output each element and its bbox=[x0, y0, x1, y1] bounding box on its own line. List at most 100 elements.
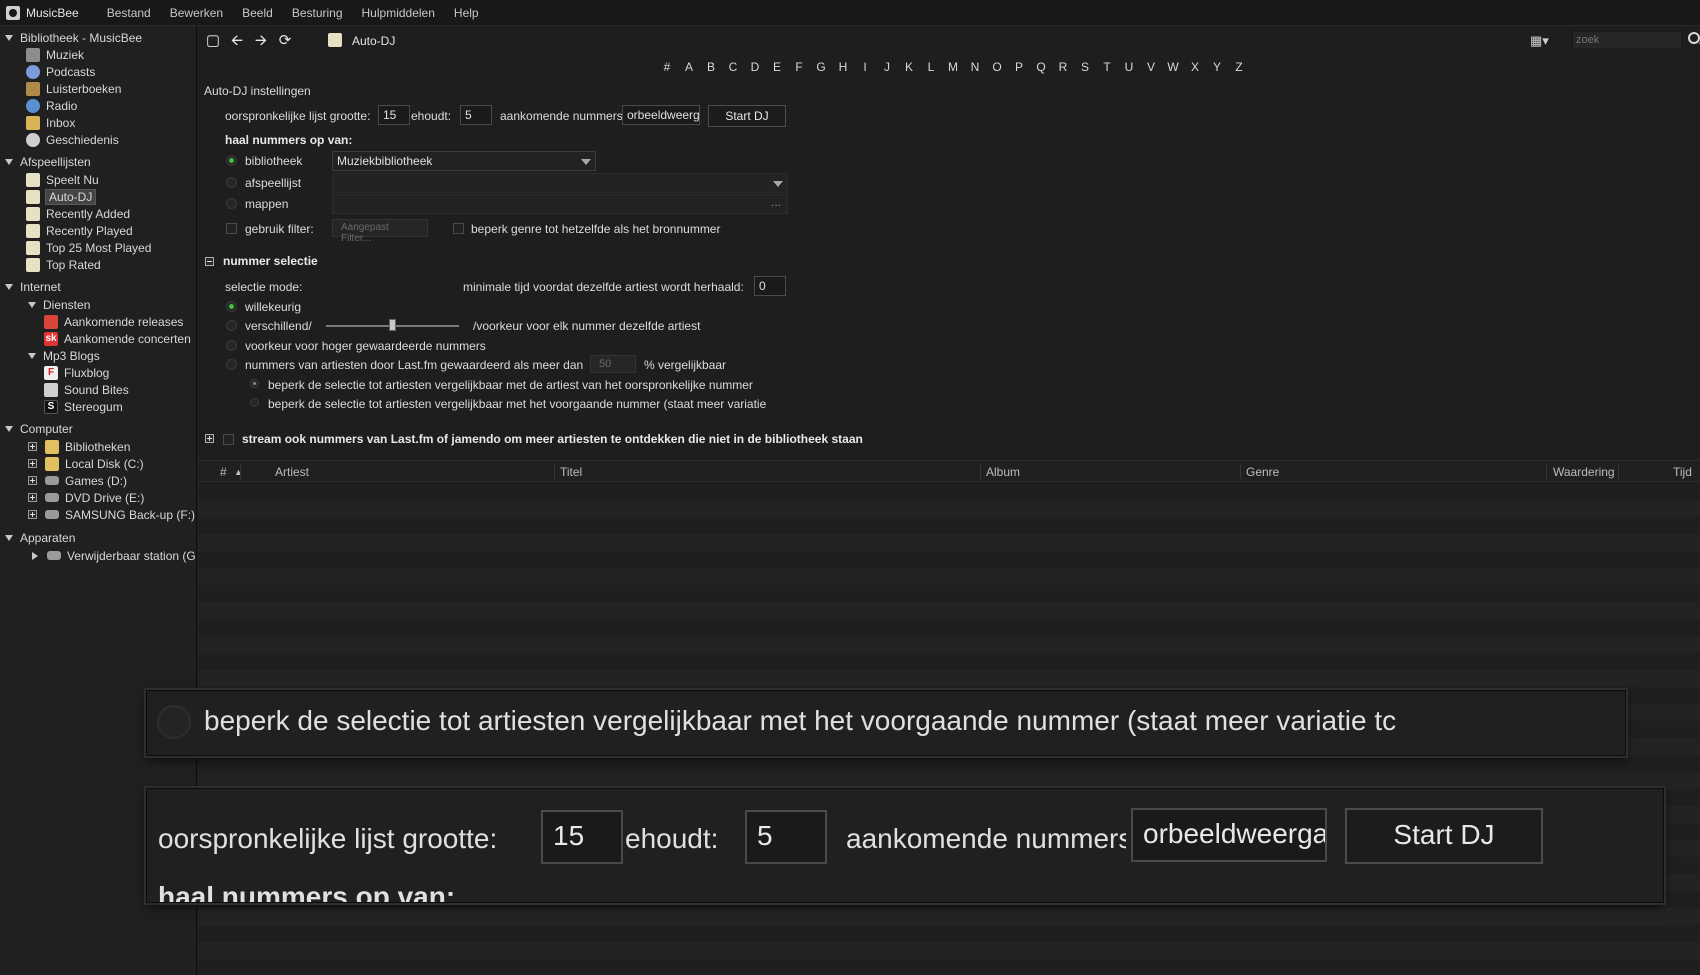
playlist-select[interactable] bbox=[332, 173, 788, 193]
folders-field[interactable]: ... bbox=[332, 194, 788, 214]
stream-checkbox[interactable] bbox=[223, 434, 234, 445]
alphabet-letter[interactable]: N bbox=[964, 60, 986, 74]
column-divider[interactable] bbox=[554, 464, 555, 480]
column-divider[interactable] bbox=[1240, 464, 1241, 480]
sidebar-item-aankomende-releases[interactable]: Aankomende releases bbox=[44, 313, 183, 330]
column-artist[interactable]: Artiest bbox=[275, 465, 309, 479]
column-divider[interactable] bbox=[1546, 464, 1547, 480]
refresh-icon[interactable]: ⟳ bbox=[276, 32, 294, 50]
sidebar-playlists-header[interactable]: Afspeellijsten bbox=[5, 153, 91, 170]
sidebar-item-dvd-drive[interactable]: DVD Drive (E:) bbox=[28, 489, 144, 506]
alphabet-letter[interactable]: C bbox=[722, 60, 744, 74]
expand-plus-icon[interactable] bbox=[28, 459, 37, 468]
menu-bestand[interactable]: Bestand bbox=[107, 6, 151, 20]
alphabet-letter[interactable]: F bbox=[788, 60, 810, 74]
alphabet-letter[interactable]: Y bbox=[1206, 60, 1228, 74]
expand-plus-icon[interactable] bbox=[28, 442, 37, 451]
alphabet-letter[interactable]: S bbox=[1074, 60, 1096, 74]
list-size-input[interactable]: 15 bbox=[378, 105, 410, 125]
sidebar-item-recently-played[interactable]: Recently Played bbox=[26, 222, 133, 239]
alphabet-letter[interactable]: M bbox=[942, 60, 964, 74]
menu-hulpmiddelen[interactable]: Hulpmiddelen bbox=[362, 6, 435, 20]
search-icon[interactable] bbox=[1688, 32, 1700, 44]
min-time-input[interactable]: 0 bbox=[754, 276, 786, 296]
sidebar-item-fluxblog[interactable]: F Fluxblog bbox=[44, 364, 109, 381]
sidebar-item-geschiedenis[interactable]: Geschiedenis bbox=[26, 131, 119, 148]
alphabet-letter[interactable]: Z bbox=[1228, 60, 1250, 74]
mode-random-radio[interactable] bbox=[226, 301, 237, 312]
keeps-input[interactable]: 5 bbox=[460, 105, 492, 125]
library-select[interactable]: Muziekbibliotheek bbox=[332, 151, 596, 171]
sidebar-computer-header[interactable]: Computer bbox=[5, 420, 73, 437]
sidebar-item-samsung-backup[interactable]: SAMSUNG Back-up (F:) bbox=[28, 506, 195, 523]
alphabet-letter[interactable]: K bbox=[898, 60, 920, 74]
limit-previous-radio[interactable] bbox=[250, 398, 259, 407]
sidebar-item-sound-bites[interactable]: Sound Bites bbox=[44, 381, 129, 398]
sidebar-item-aankomende-concerten[interactable]: sk Aankomende concerten bbox=[44, 330, 191, 347]
dropdown-arrow-icon[interactable] bbox=[581, 159, 591, 165]
sidebar-item-top-25[interactable]: Top 25 Most Played bbox=[26, 239, 151, 256]
alphabet-letter[interactable]: E bbox=[766, 60, 788, 74]
layout-grid-icon[interactable]: ▦▾ bbox=[1530, 33, 1556, 49]
sidebar-item-muziek[interactable]: Muziek bbox=[26, 46, 84, 63]
column-divider[interactable] bbox=[240, 464, 241, 480]
sidebar-item-removable-drive[interactable]: Verwijderbaar station (G: bbox=[32, 547, 196, 564]
dropdown-arrow-icon[interactable] bbox=[773, 181, 783, 187]
source-library-radio[interactable] bbox=[226, 155, 237, 166]
expand-triangle-icon[interactable] bbox=[5, 283, 13, 290]
alphabet-letter[interactable]: I bbox=[854, 60, 876, 74]
back-arrow-icon[interactable]: 🡨 bbox=[228, 32, 246, 50]
sidebar-item-auto-dj[interactable]: Auto-DJ bbox=[26, 188, 97, 205]
alphabet-letter[interactable]: O bbox=[986, 60, 1008, 74]
alphabet-letter[interactable]: L bbox=[920, 60, 942, 74]
menu-bewerken[interactable]: Bewerken bbox=[170, 6, 223, 20]
alphabet-letter[interactable]: # bbox=[656, 60, 678, 74]
expand-triangle-icon[interactable] bbox=[5, 158, 13, 165]
alphabet-letter[interactable]: X bbox=[1184, 60, 1206, 74]
sidebar-item-recently-added[interactable]: Recently Added bbox=[26, 205, 130, 222]
collapsed-triangle-icon[interactable] bbox=[32, 551, 38, 560]
menu-beeld[interactable]: Beeld bbox=[242, 6, 273, 20]
mode-lastfm-radio[interactable] bbox=[226, 359, 237, 370]
sidebar-mp3blogs-header[interactable]: Mp3 Blogs bbox=[28, 347, 100, 364]
sidebar-item-luisterboeken[interactable]: Luisterboeken bbox=[26, 80, 121, 97]
mode-higher-rated-radio[interactable] bbox=[226, 340, 237, 351]
sidebar-internet-header[interactable]: Internet bbox=[5, 278, 61, 295]
limit-original-radio[interactable] bbox=[250, 379, 259, 388]
menu-besturing[interactable]: Besturing bbox=[292, 6, 343, 20]
column-genre[interactable]: Genre bbox=[1246, 465, 1279, 479]
browse-folders-button[interactable]: ... bbox=[771, 195, 781, 209]
column-divider[interactable] bbox=[1618, 464, 1619, 480]
expand-plus-icon[interactable] bbox=[28, 476, 37, 485]
source-folders-radio[interactable] bbox=[226, 198, 237, 209]
source-playlist-radio[interactable] bbox=[226, 177, 237, 188]
alphabet-letter[interactable]: G bbox=[810, 60, 832, 74]
expand-plus-icon[interactable] bbox=[205, 434, 214, 443]
alphabet-letter[interactable]: P bbox=[1008, 60, 1030, 74]
expand-triangle-icon[interactable] bbox=[5, 534, 13, 541]
alphabet-letter[interactable]: J bbox=[876, 60, 898, 74]
preview-dropdown[interactable]: orbeeldweerga bbox=[622, 105, 700, 125]
alphabet-letter[interactable]: W bbox=[1162, 60, 1184, 74]
alphabet-letter[interactable]: V bbox=[1140, 60, 1162, 74]
sidebar-item-podcasts[interactable]: Podcasts bbox=[26, 63, 95, 80]
sidebar-services-header[interactable]: Diensten bbox=[28, 296, 90, 313]
expand-triangle-icon[interactable] bbox=[5, 34, 13, 41]
sidebar-item-radio[interactable]: Radio bbox=[26, 97, 77, 114]
alphabet-letter[interactable]: U bbox=[1118, 60, 1140, 74]
sidebar-item-games[interactable]: Games (D:) bbox=[28, 472, 127, 489]
sidebar-item-speelt-nu[interactable]: Speelt Nu bbox=[26, 171, 99, 188]
start-dj-button[interactable]: Start DJ bbox=[708, 105, 786, 127]
alphabet-letter[interactable]: R bbox=[1052, 60, 1074, 74]
expand-plus-icon[interactable] bbox=[28, 510, 37, 519]
expand-triangle-icon[interactable] bbox=[28, 301, 36, 308]
sidebar-item-local-disk[interactable]: Local Disk (C:) bbox=[28, 455, 144, 472]
menu-help[interactable]: Help bbox=[454, 6, 479, 20]
sidebar-item-stereogum[interactable]: S Stereogum bbox=[44, 398, 123, 415]
use-filter-checkbox[interactable] bbox=[226, 223, 237, 234]
custom-filter-button[interactable]: Aangepast Filter... bbox=[332, 219, 428, 244]
new-tab-icon[interactable]: ▢ bbox=[204, 32, 222, 50]
column-title[interactable]: Titel bbox=[560, 465, 582, 479]
sidebar-item-bibliotheken[interactable]: Bibliotheken bbox=[28, 438, 130, 455]
alphabet-letter[interactable]: B bbox=[700, 60, 722, 74]
